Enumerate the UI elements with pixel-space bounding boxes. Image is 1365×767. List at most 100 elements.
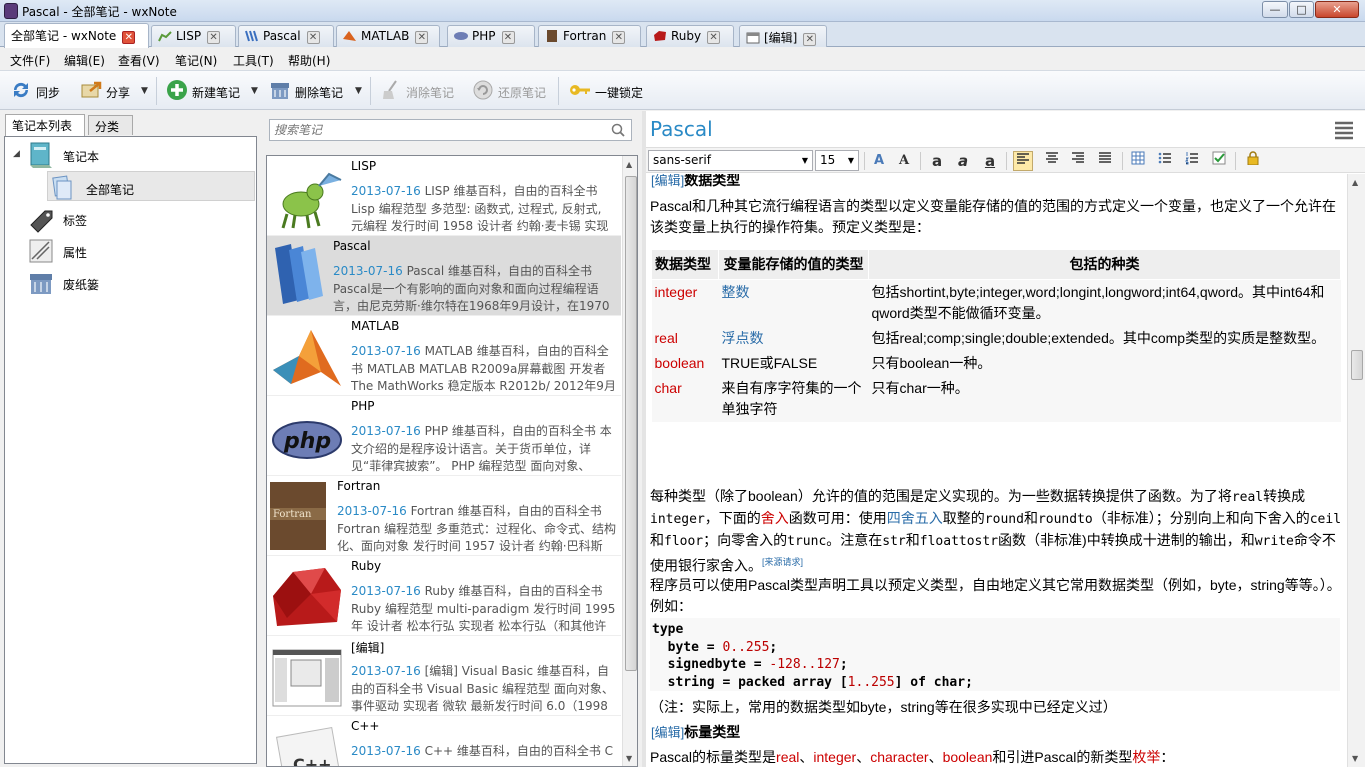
tab-php[interactable]: PHP ✕ — [447, 25, 535, 47]
scroll-down-icon[interactable]: ▼ — [1352, 754, 1358, 763]
table-cell[interactable]: integer — [651, 279, 719, 326]
align-center-button[interactable] — [1042, 151, 1062, 171]
table-cell[interactable]: real — [651, 326, 719, 351]
insert-table-button[interactable] — [1128, 151, 1148, 171]
note-item-lisp[interactable]: LISP 2013-07-16 LISP 维基百科，自由的百科全书 Lisp 编… — [267, 156, 621, 236]
new-note-button[interactable]: 新建笔记 — [166, 79, 246, 103]
bold-button[interactable]: a — [927, 151, 947, 171]
tree-item-all-notes[interactable]: 全部笔记 — [47, 171, 255, 201]
close-icon[interactable]: ✕ — [306, 31, 320, 44]
note-item-ruby[interactable]: Ruby 2013-07-16 Ruby 维基百科，自由的百科全书 Ruby 编… — [267, 556, 621, 636]
close-icon[interactable]: ✕ — [415, 31, 429, 44]
close-window-button[interactable]: ✕ — [1315, 1, 1359, 18]
restore-note-button[interactable]: 还原笔记 — [472, 79, 550, 103]
lock-icon — [1247, 151, 1259, 166]
checkbox-button[interactable] — [1209, 151, 1229, 171]
share-button[interactable]: 分享 — [80, 79, 138, 103]
menu-note[interactable]: 笔记(N) — [175, 52, 217, 69]
new-note-dropdown-icon[interactable]: ▼ — [251, 86, 258, 96]
delete-note-dropdown-icon[interactable]: ▼ — [355, 86, 362, 96]
underline-button[interactable]: a — [980, 151, 1000, 171]
tree-item-tags[interactable]: 标签 — [27, 203, 227, 233]
note-content[interactable]: [编辑]数据类型 Pascal和几种其它流行编程语言的类型以定义变量能存储的值的… — [646, 174, 1346, 767]
link-enum[interactable]: 枚举 — [1132, 749, 1160, 765]
menu-help[interactable]: 帮助(H) — [288, 52, 330, 69]
note-title[interactable]: Pascal — [650, 117, 713, 141]
link-rounding[interactable]: 舍入 — [761, 510, 789, 526]
align-right-button[interactable] — [1068, 151, 1088, 171]
tab-edit[interactable]: [编辑] ✕ — [739, 25, 827, 47]
tab-lisp[interactable]: LISP ✕ — [151, 25, 236, 47]
encrypt-button[interactable] — [1243, 151, 1263, 171]
tree-item-trash[interactable]: 废纸篓 — [27, 267, 227, 297]
close-icon[interactable]: ✕ — [612, 31, 626, 44]
sync-button[interactable]: 同步 — [10, 79, 70, 103]
scroll-up-icon[interactable]: ▲ — [1352, 178, 1358, 187]
close-icon[interactable]: ✕ — [501, 31, 515, 44]
tree-item-notebook[interactable]: 笔记本 — [27, 139, 227, 169]
delete-note-button[interactable]: 删除笔记 — [269, 79, 349, 103]
note-item-edit[interactable]: [编辑] 2013-07-16 [编辑] Visual Basic 维基百科，自… — [267, 636, 621, 716]
scroll-up-icon[interactable]: ▲ — [626, 160, 632, 169]
table-row: boolean TRUE或FALSE 只有boolean一种。 — [651, 351, 1341, 376]
menu-file[interactable]: 文件(F) — [10, 52, 50, 69]
share-dropdown-icon[interactable]: ▼ — [141, 86, 148, 96]
scroll-down-icon[interactable]: ▼ — [626, 754, 632, 763]
italic-button[interactable]: a — [953, 151, 973, 171]
clear-note-button[interactable]: 消除笔记 — [380, 79, 458, 103]
table-cell[interactable]: 浮点数 — [718, 326, 869, 351]
numbered-list-button[interactable] — [1182, 151, 1202, 171]
menu-view[interactable]: 查看(V) — [118, 52, 160, 69]
close-icon[interactable]: ✕ — [207, 31, 221, 44]
link-integer[interactable]: integer — [813, 749, 856, 765]
lock-button[interactable]: 一键锁定 — [569, 79, 649, 103]
close-icon[interactable]: ✕ — [803, 33, 817, 46]
text-color-button[interactable]: A — [869, 151, 889, 171]
font-family-select[interactable]: sans-serif ▼ — [648, 150, 813, 171]
link-real[interactable]: real — [776, 749, 799, 765]
font-size-select[interactable]: 15 ▼ — [815, 150, 859, 171]
search-input[interactable] — [274, 122, 604, 138]
close-icon[interactable]: ✕ — [122, 31, 136, 44]
menu-edit[interactable]: 编辑(E) — [64, 52, 105, 69]
font-style-button[interactable]: A — [894, 151, 914, 171]
collapse-icon[interactable]: ◢ — [13, 149, 20, 159]
tab-matlab[interactable]: MATLAB ✕ — [336, 25, 440, 47]
table-cell[interactable]: 整数 — [718, 279, 869, 326]
tab-all-notes[interactable]: 全部笔记 - wxNote ✕ — [4, 23, 149, 48]
bullet-list-button[interactable] — [1155, 151, 1175, 171]
note-item-pascal[interactable]: Pascal 2013-07-16 Pascal 维基百科，自由的百科全书 Pa… — [267, 236, 621, 316]
table-cell[interactable]: boolean — [651, 351, 719, 376]
edit-section-link[interactable]: [编辑] — [651, 174, 684, 188]
justify-button[interactable] — [1095, 151, 1115, 171]
search-icon[interactable] — [611, 123, 625, 137]
note-item-matlab[interactable]: MATLAB 2013-07-16 MATLAB 维基百科，自由的百科全书 MA… — [267, 316, 621, 396]
tab-ruby[interactable]: Ruby ✕ — [646, 25, 734, 47]
close-icon[interactable]: ✕ — [707, 31, 721, 44]
note-item-php[interactable]: php PHP 2013-07-16 PHP 维基百科，自由的百科全书 本文介绍… — [267, 396, 621, 476]
editor-scrollbar[interactable]: ▲ ▼ — [1347, 174, 1365, 767]
tab-pascal[interactable]: Pascal ✕ — [238, 25, 334, 47]
menu-tools[interactable]: 工具(T) — [233, 52, 274, 69]
link-round-half[interactable]: 四舍五入 — [887, 510, 943, 526]
minimize-button[interactable]: — — [1262, 1, 1288, 18]
note-item-fortran[interactable]: Fortran Fortran 2013-07-16 Fortran 维基百科，… — [267, 476, 621, 556]
note-item-cpp[interactable]: C++ C++ 2013-07-16 C++ 维基百科，自由的百科全书 C — [267, 716, 621, 767]
tab-fortran[interactable]: Fortran ✕ — [538, 25, 641, 47]
tab-notebook-list[interactable]: 笔记本列表 — [5, 114, 85, 136]
link-boolean[interactable]: boolean — [943, 749, 993, 765]
maximize-button[interactable]: □ — [1289, 1, 1314, 18]
section-heading-data-types: [编辑]数据类型 — [651, 174, 741, 188]
align-left-button[interactable] — [1013, 151, 1033, 171]
tree-item-attributes[interactable]: 属性 — [27, 235, 227, 265]
note-list-scrollbar[interactable]: ▲ ▼ — [622, 156, 637, 766]
svg-text:C++: C++ — [293, 755, 332, 767]
citation-needed-link[interactable]: [来源请求] — [762, 557, 803, 567]
scrollbar-thumb[interactable] — [625, 176, 637, 671]
tab-categories[interactable]: 分类 — [88, 115, 133, 135]
edit-section-link[interactable]: [编辑] — [651, 725, 684, 740]
scrollbar-thumb[interactable] — [1351, 350, 1363, 380]
table-cell[interactable]: char — [651, 376, 719, 422]
link-character[interactable]: character — [870, 749, 928, 765]
menu-icon[interactable] — [1333, 119, 1355, 141]
